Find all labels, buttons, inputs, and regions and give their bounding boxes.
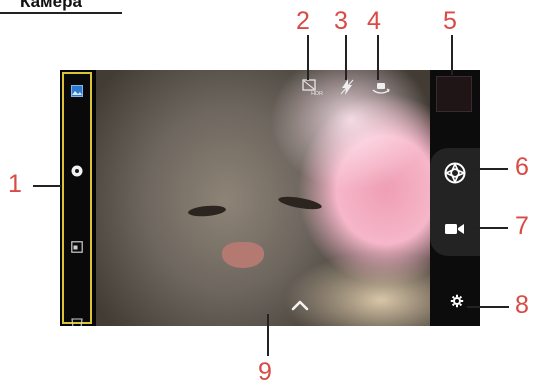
callout-4: 4: [367, 7, 381, 35]
switch-camera-icon[interactable]: [370, 78, 392, 96]
mode-frame-icon[interactable]: [71, 240, 83, 253]
callout-2: 2: [296, 7, 310, 35]
panorama-icon[interactable]: [71, 316, 83, 326]
mode-sidebar: [62, 72, 92, 326]
hdr-label: HDR: [311, 91, 323, 97]
page-title: Камера: [20, 0, 82, 11]
camera-screen: HDR: [60, 70, 480, 326]
callout-line-7: [466, 227, 508, 229]
callout-1: 1: [8, 170, 22, 198]
cat-eye-left: [187, 204, 227, 218]
callout-line-2: [307, 35, 309, 80]
callout-line-8: [467, 306, 509, 308]
callout-3: 3: [334, 7, 348, 35]
flash-icon[interactable]: [336, 78, 358, 96]
callout-line-5: [451, 35, 453, 75]
callout-6: 6: [515, 153, 529, 181]
record-dot-icon[interactable]: [71, 164, 83, 177]
callout-line-6: [466, 168, 508, 170]
cat-nose: [222, 242, 264, 268]
hdr-icon[interactable]: HDR: [300, 78, 323, 97]
chevron-up-icon[interactable]: [290, 298, 310, 312]
callout-5: 5: [443, 7, 457, 35]
callout-line-3: [345, 35, 347, 80]
gear-icon[interactable]: [450, 294, 464, 308]
thumbnail[interactable]: [436, 76, 472, 112]
right-control-panel: [430, 70, 480, 326]
shutter-icon[interactable]: [442, 160, 468, 186]
callout-line-1: [33, 185, 61, 187]
viewfinder: [96, 70, 430, 326]
video-camera-icon[interactable]: [442, 216, 468, 242]
header: Камера: [0, 0, 122, 14]
callout-line-9: [267, 314, 269, 356]
callout-8: 8: [515, 291, 529, 319]
callout-9: 9: [258, 358, 272, 386]
callout-line-4: [377, 35, 379, 80]
gallery-icon[interactable]: [71, 84, 83, 97]
callout-7: 7: [515, 212, 529, 240]
capture-controls: [430, 148, 480, 256]
cat-eye-right: [277, 194, 323, 212]
